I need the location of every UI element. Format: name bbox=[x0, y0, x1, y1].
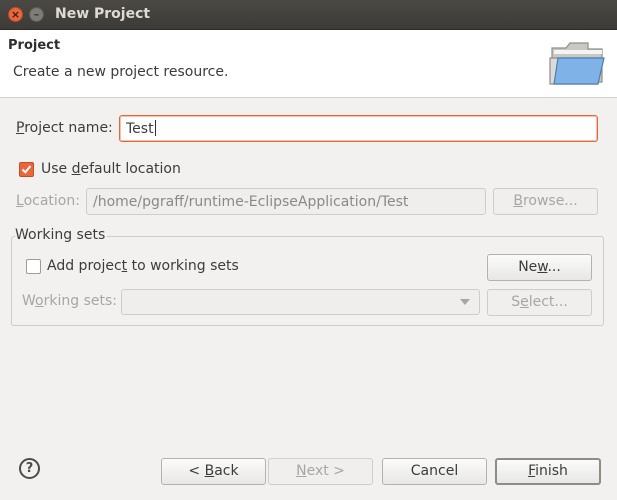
help-icon[interactable]: ? bbox=[19, 458, 40, 479]
browse-button: Browse... bbox=[493, 188, 598, 215]
select-working-set-button: Select... bbox=[487, 289, 592, 316]
window-minimize-button[interactable]: – bbox=[29, 7, 44, 22]
back-button[interactable]: < Back bbox=[161, 458, 266, 485]
check-icon bbox=[21, 165, 32, 174]
add-to-working-sets-checkbox[interactable] bbox=[26, 259, 41, 274]
dropdown-arrow-icon bbox=[460, 299, 470, 305]
next-button: Next > bbox=[268, 458, 373, 485]
use-default-location-label[interactable]: Use default location bbox=[41, 161, 181, 177]
project-name-input[interactable]: Test bbox=[119, 115, 598, 142]
working-sets-label: Working sets: bbox=[22, 293, 117, 309]
new-working-set-button[interactable]: New... bbox=[487, 254, 592, 281]
page-title: Project bbox=[8, 38, 61, 53]
cancel-button[interactable]: Cancel bbox=[382, 458, 487, 485]
title-bar: × – New Project bbox=[0, 0, 617, 30]
page-description: Create a new project resource. bbox=[13, 64, 229, 80]
folder-icon bbox=[549, 42, 605, 85]
location-input: /home/pgraff/runtime-EclipseApplication/… bbox=[86, 188, 486, 215]
working-sets-group-title: Working sets bbox=[15, 227, 108, 243]
add-to-working-sets-label[interactable]: Add project to working sets bbox=[47, 258, 239, 274]
project-name-label: Project name: bbox=[16, 120, 113, 136]
location-label: Location: bbox=[16, 193, 80, 209]
working-sets-combo bbox=[121, 289, 480, 315]
wizard-header: Project Create a new project resource. bbox=[0, 30, 617, 98]
window-title: New Project bbox=[55, 6, 151, 22]
window-close-button[interactable]: × bbox=[8, 7, 23, 22]
use-default-location-checkbox[interactable] bbox=[19, 162, 34, 177]
finish-button[interactable]: Finish bbox=[495, 458, 601, 485]
